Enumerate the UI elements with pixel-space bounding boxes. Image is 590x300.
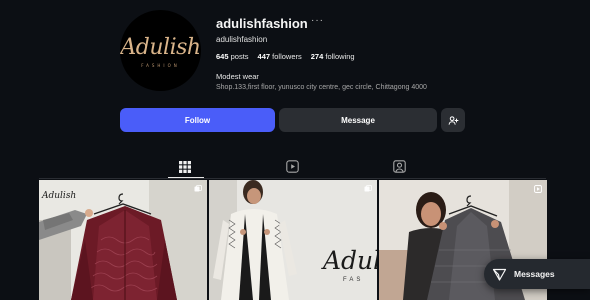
suggest-accounts-button[interactable] xyxy=(441,108,465,132)
profile-handle: adulishfashion xyxy=(216,35,268,44)
stat-followers[interactable]: 447 followers xyxy=(258,52,302,61)
tab-reels[interactable] xyxy=(286,160,300,174)
carousel-icon xyxy=(194,185,202,192)
bio-address: Shop.133,first floor, yunusco city centr… xyxy=(216,84,427,91)
messages-label: Messages xyxy=(514,269,555,279)
post-1[interactable]: Adulish xyxy=(39,180,207,300)
tab-posts[interactable] xyxy=(179,160,193,174)
tab-divider xyxy=(39,178,546,179)
reels-icon xyxy=(286,160,299,173)
add-person-icon xyxy=(448,115,458,125)
send-icon xyxy=(492,268,507,281)
posts-grid: Adulish Adul FAS xyxy=(39,180,547,300)
profile-stats: 645 posts 447 followers 274 following xyxy=(216,52,355,61)
reel-icon xyxy=(534,185,542,193)
post-2[interactable]: Adul FAS xyxy=(209,180,377,300)
bio-title: Modest wear xyxy=(216,72,259,81)
profile-avatar[interactable]: Adulish FASHION xyxy=(120,10,201,91)
more-options-icon[interactable]: ··· xyxy=(311,15,324,26)
stat-following[interactable]: 274 following xyxy=(311,52,355,61)
post-2-overlay-text: Adul xyxy=(323,246,377,275)
message-button[interactable]: Message xyxy=(279,108,437,132)
profile-username: adulishfashion xyxy=(216,16,308,31)
avatar-logo-text: Adulish xyxy=(120,35,201,60)
grid-icon xyxy=(179,161,191,173)
follow-button[interactable]: Follow xyxy=(120,108,275,132)
post-2-overlay-subtext: FAS xyxy=(343,277,364,283)
carousel-icon xyxy=(364,185,372,192)
tagged-icon xyxy=(393,160,406,173)
avatar-logo-subtext: FASHION xyxy=(141,63,180,68)
post-1-overlay-text: Adulish xyxy=(42,191,77,201)
stat-posts[interactable]: 645 posts xyxy=(216,52,249,61)
tab-active-indicator xyxy=(168,177,204,178)
messages-button[interactable]: Messages xyxy=(484,259,590,289)
tab-tagged[interactable] xyxy=(393,160,407,174)
